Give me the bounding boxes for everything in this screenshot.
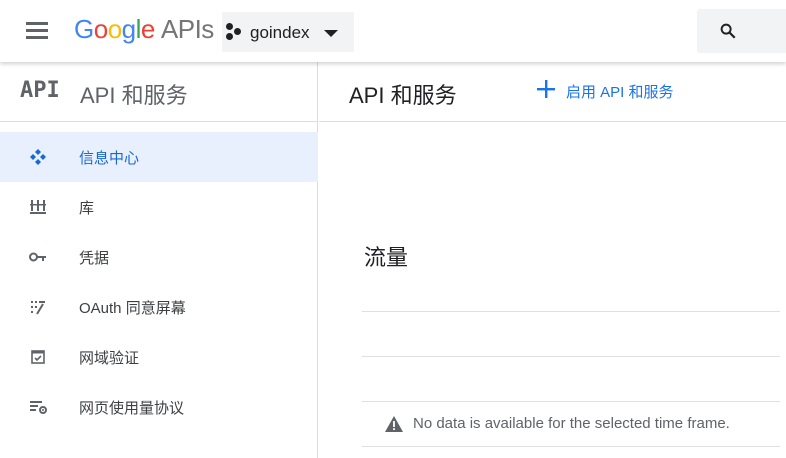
api-logo: API	[20, 78, 60, 103]
sidebar-item-label: 网页使用量协议	[79, 400, 185, 417]
sidebar-item-oauth-consent[interactable]: OAuth 同意屏幕	[0, 282, 318, 332]
sidebar-item-label: OAuth 同意屏幕	[79, 300, 186, 317]
sidebar-item-label: 信息中心	[79, 150, 140, 167]
sidebar: API API 和服务 信息中心 库 凭据 OAuth 同意屏幕 网域验证 网页…	[0, 62, 318, 458]
project-icon	[226, 23, 242, 41]
traffic-section-title: 流量	[364, 245, 409, 270]
sidebar-item-credentials[interactable]: 凭据	[0, 232, 318, 282]
search-icon	[720, 23, 736, 39]
main-header: API 和服务 启用 API 和服务	[319, 62, 786, 122]
project-selector[interactable]: goindex	[222, 12, 354, 52]
domain-verification-icon	[31, 350, 45, 364]
top-app-bar: Google APIs goindex	[0, 0, 786, 62]
dashboard-icon	[30, 149, 46, 165]
plus-icon	[537, 80, 555, 98]
consent-screen-icon	[31, 301, 45, 315]
sidebar-item-domain-verification[interactable]: 网域验证	[0, 332, 318, 382]
sidebar-item-label: 网域验证	[79, 350, 140, 367]
google-apis-logo[interactable]: Google APIs	[74, 14, 214, 45]
sidebar-item-usage-agreement[interactable]: 网页使用量协议	[0, 382, 318, 432]
main-menu-icon[interactable]	[24, 20, 52, 42]
sidebar-item-dashboard[interactable]: 信息中心	[0, 132, 318, 182]
no-data-message: No data is available for the selected ti…	[413, 415, 730, 432]
enable-apis-label: 启用 API 和服务	[566, 84, 674, 101]
enable-apis-button[interactable]: 启用 API 和服务	[535, 78, 674, 106]
chevron-down-icon	[324, 30, 338, 37]
sidebar-item-label: 库	[79, 200, 95, 217]
sidebar-title: API 和服务	[80, 83, 188, 108]
sidebar-item-label: 凭据	[79, 250, 110, 267]
warning-icon	[385, 416, 403, 432]
search-bar[interactable]	[697, 9, 786, 53]
divider	[362, 401, 780, 402]
project-name: goindex	[250, 23, 310, 42]
divider	[362, 356, 780, 357]
sidebar-item-library[interactable]: 库	[0, 182, 318, 232]
divider	[362, 311, 780, 312]
library-icon	[30, 200, 46, 214]
key-icon	[29, 252, 46, 262]
usage-agreement-icon	[30, 401, 47, 414]
page-title: API 和服务	[349, 83, 457, 108]
sidebar-header: API API 和服务	[0, 62, 318, 122]
divider	[362, 446, 780, 447]
